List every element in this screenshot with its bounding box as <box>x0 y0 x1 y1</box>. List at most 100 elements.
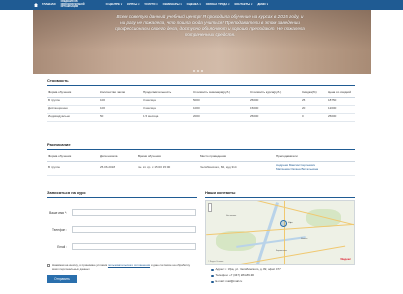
column-header: Форма обучения <box>47 89 99 98</box>
table-cell: 0 <box>301 113 327 122</box>
mail-icon <box>211 280 214 284</box>
home-icon[interactable] <box>34 3 38 7</box>
contact-phone: Телефон: +7 (347) 284-89-90 <box>211 273 254 278</box>
divider <box>47 197 197 198</box>
user-agreement-link[interactable]: пользовательского соглашения <box>108 263 150 267</box>
table-cell: Дистанционно <box>47 105 99 114</box>
submit-button[interactable]: Отправить <box>47 275 77 283</box>
nav-label: Контакты <box>234 2 251 7</box>
contact-email: E-mail: mail@mail.ru <box>211 279 243 284</box>
consent-checkbox[interactable] <box>47 264 50 268</box>
table-cell: 12000 <box>327 105 355 114</box>
map-town-label: Чесноковка <box>226 215 237 217</box>
email-text[interactable]: E-mail: mail@mail.ru <box>216 279 243 284</box>
table-cell: В группе <box>47 161 99 176</box>
map-pin-icon[interactable] <box>280 220 287 227</box>
divider <box>47 149 355 150</box>
table-cell: 25.06.2018 <box>99 161 137 176</box>
column-header: Время обучения <box>137 153 199 162</box>
table-cell: 100 <box>99 97 142 106</box>
consent-text: Нажимая на кнопку, я принимаю условия по… <box>52 263 191 271</box>
nav-item-demo[interactable]: Демо ▾ <box>257 2 268 6</box>
nav-item-home[interactable]: Главная <box>42 2 56 7</box>
nav-item-contacts[interactable]: Контакты ▾ <box>234 2 253 7</box>
table-cell: 18750 <box>327 97 355 106</box>
chevron-down-icon: ▾ <box>251 3 253 7</box>
map-logo: Яндекс <box>340 257 351 262</box>
testimonial-banner: Всем советую данный учебный центр! Я про… <box>33 10 371 74</box>
nav-label: Оценка <box>186 2 199 7</box>
chevron-down-icon: ▾ <box>156 3 158 7</box>
chevron-down-icon: ▾ <box>199 3 201 7</box>
nav-item-assessment[interactable]: Оценка ▾ <box>186 2 201 7</box>
nav-label: Курсы <box>127 2 138 7</box>
column-header: Количество часов <box>99 89 142 98</box>
testimonial-quote: Всем советую данный учебный центр! Я про… <box>115 14 305 37</box>
schedule-table: Форма обучения Дата начала Время обучени… <box>47 153 355 176</box>
slider-dots[interactable] <box>193 70 203 72</box>
column-header: Форма обучения <box>47 153 99 162</box>
map-town-label: Иглино <box>301 238 308 240</box>
divider <box>205 197 355 198</box>
contacts-title: Наши контакты <box>205 190 236 195</box>
name-field[interactable] <box>72 209 196 216</box>
table-cell: 3 месяца <box>142 97 192 106</box>
column-header: Стоимость курса(руб.) <box>249 89 301 98</box>
chevron-down-icon: ▾ <box>180 3 182 7</box>
map[interactable]: Чесноковка Иглино Кармаскалы Уфа © Яндек… <box>205 200 355 265</box>
table-cell: 2000 <box>192 113 249 122</box>
nav-item-seminars[interactable]: Семинары ▾ <box>162 2 182 7</box>
chevron-down-icon: ▾ <box>228 3 230 7</box>
nav-label: Главная <box>42 2 56 7</box>
column-header: Место проведения <box>199 153 275 162</box>
table-cell: Индивидуально <box>47 113 99 122</box>
table-cell: 3 месяца <box>142 105 192 114</box>
nav-label: Охрана труда <box>205 2 228 7</box>
column-header: Преподаватели <box>275 153 355 162</box>
table-cell: 100 <box>99 105 142 114</box>
column-header: Цена со скидкой <box>327 89 355 98</box>
table-cell: 25000 <box>249 113 301 122</box>
top-navigation: Главная Сведения об образовательной орга… <box>0 0 403 10</box>
nav-item-organization-info[interactable]: Сведения об образовательной организации <box>61 1 101 8</box>
phone-text[interactable]: Телефон: +7 (347) 284-89-90 <box>216 273 254 278</box>
table-row: В группе 25.06.2018 пн. вт. ср. с 15:00 … <box>47 161 355 176</box>
map-town-label: Кармаскалы <box>276 250 287 252</box>
chevron-down-icon: ▾ <box>138 3 140 7</box>
phone-label: Телефон : <box>52 228 67 232</box>
email-label: Email : <box>57 245 67 249</box>
nav-item-services[interactable]: Услуги ▾ <box>144 2 158 7</box>
table-header-row: Форма обучения Количество часов Продолжи… <box>47 89 355 98</box>
table-cell: 25000 <box>327 113 355 122</box>
signup-title: Записаться на курс <box>47 190 86 195</box>
map-copyright: © Яндекс Условия <box>208 260 224 263</box>
table-cell: 20 <box>301 105 327 114</box>
column-header: Стоимость семинара(руб.) <box>192 89 249 98</box>
table-header-row: Форма обучения Дата начала Время обучени… <box>47 153 355 162</box>
table-cell: 25000 <box>249 97 301 106</box>
nav-item-courses[interactable]: Курсы ▾ <box>127 2 140 7</box>
schedule-section-title: Расписание <box>47 142 71 147</box>
table-cell: 1.5 месяца <box>142 113 192 122</box>
location-icon <box>211 268 214 272</box>
nav-item-about[interactable]: О центре ▾ <box>106 2 123 7</box>
address-text: Адрес: г. Уфа, ул. Челябинского, д. 82, … <box>215 267 281 271</box>
table-row: Дистанционно 100 3 месяца 1000 15000 20 … <box>47 105 355 114</box>
nav-label: Семинары <box>162 2 180 7</box>
email-field[interactable] <box>72 243 196 250</box>
nav-item-labor-safety[interactable]: Охрана труда ▾ <box>205 2 230 7</box>
table-cell: 50 <box>99 113 142 122</box>
contact-address: Адрес: г. Уфа, ул. Челябинского, д. 82, … <box>211 267 281 272</box>
map-zoom-control[interactable] <box>208 203 212 212</box>
table-cell: В группе <box>47 97 99 106</box>
table-cell: Челябинского, 82, ауд 314 <box>199 161 275 176</box>
table-row: Индивидуально 50 1.5 месяца 2000 25000 0… <box>47 113 355 122</box>
table-cell: пн. вт. ср. с 15:00 15:00 <box>137 161 199 176</box>
table-cell: 5000 <box>192 97 249 106</box>
consent-row: Нажимая на кнопку, я принимаю условия по… <box>47 263 197 271</box>
teacher-link[interactable]: Матвеева Оксана Витальевна <box>276 167 354 172</box>
table-cell: 15000 <box>249 105 301 114</box>
phone-field[interactable] <box>72 226 196 233</box>
column-header: Дата начала <box>99 153 137 162</box>
chevron-down-icon: ▾ <box>120 3 123 7</box>
